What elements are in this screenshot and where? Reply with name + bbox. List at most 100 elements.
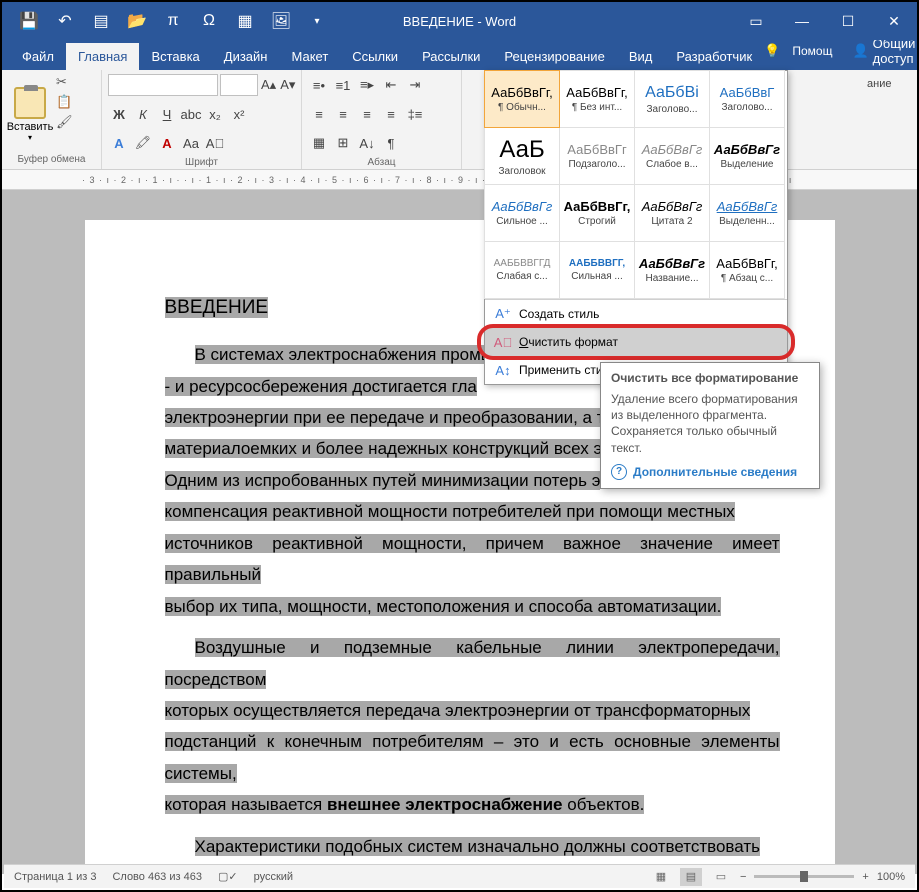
maximize-button[interactable]: ☐: [825, 2, 871, 40]
font-color-icon[interactable]: A: [156, 132, 178, 154]
style-item[interactable]: АаБбВвГгСлабое в...: [634, 127, 710, 185]
proofing-icon[interactable]: ▢✓: [218, 870, 238, 883]
style-name: Сильная ...: [562, 271, 632, 282]
paste-label: Вставить: [7, 121, 54, 133]
align-right-icon[interactable]: ≡: [356, 103, 378, 125]
group-font: A▴ A▾ Ж К Ч abc x₂ x² A 🖍 A Aa A⃠ Шрифт: [102, 70, 302, 169]
close-button[interactable]: ✕: [871, 2, 917, 40]
tooltip-link[interactable]: Дополнительные сведения: [611, 464, 809, 480]
tell-me-input[interactable]: Помощ: [786, 40, 838, 62]
align-center-icon[interactable]: ≡: [332, 103, 354, 125]
open-icon[interactable]: 📂: [128, 12, 146, 30]
style-item[interactable]: АаБбВвГг,¶ Абзац с...: [709, 241, 785, 299]
clear-format-icon[interactable]: A⃠: [204, 132, 226, 154]
style-item[interactable]: АаБбВвГг,¶ Обычн...: [484, 70, 560, 128]
copy-icon[interactable]: 📋: [56, 94, 73, 110]
table-icon[interactable]: ▦: [236, 12, 254, 30]
style-item[interactable]: АаБбВвГЗаголово...: [709, 70, 785, 128]
tab-mailings[interactable]: Рассылки: [410, 43, 492, 70]
style-item[interactable]: АаБбВвГгНазвание...: [634, 241, 710, 299]
borders-icon[interactable]: ⊞: [332, 132, 354, 154]
italic-button[interactable]: К: [132, 103, 154, 125]
tab-references[interactable]: Ссылки: [340, 43, 410, 70]
tab-developer[interactable]: Разработчик: [664, 43, 764, 70]
numbering-icon[interactable]: ≡1: [332, 74, 354, 96]
tooltip-title: Очистить все форматирование: [611, 371, 809, 385]
web-layout-icon[interactable]: ▭: [710, 868, 732, 886]
sort-icon[interactable]: A↓: [356, 132, 378, 154]
tab-file[interactable]: Файл: [10, 43, 66, 70]
doc-line: источников реактивной мощности, причем в…: [165, 534, 780, 584]
style-item[interactable]: АаБбВвГгЦитата 2: [634, 184, 710, 242]
qat-dropdown-icon[interactable]: ▾: [308, 12, 326, 30]
zoom-slider[interactable]: [754, 875, 854, 878]
subscript-button[interactable]: x₂: [204, 103, 226, 125]
bold-button[interactable]: Ж: [108, 103, 130, 125]
tab-insert[interactable]: Вставка: [139, 43, 211, 70]
style-item[interactable]: АаБбВіЗаголово...: [634, 70, 710, 128]
shading-icon[interactable]: ▦: [308, 132, 330, 154]
paste-button[interactable]: Вставить ▾: [8, 74, 52, 154]
indent-icon[interactable]: ⇥: [404, 74, 426, 96]
read-mode-icon[interactable]: ▦: [650, 868, 672, 886]
style-item[interactable]: АаБбВвГг,Строгий: [559, 184, 635, 242]
style-item[interactable]: АаБЗаголовок: [484, 127, 560, 185]
status-page[interactable]: Страница 1 из 3: [14, 871, 96, 883]
menu-create-style[interactable]: A⁺ Создать стиль: [485, 300, 787, 328]
tab-layout[interactable]: Макет: [279, 43, 340, 70]
style-sample: АаБбВвГг: [717, 199, 778, 214]
status-lang[interactable]: русский: [254, 871, 293, 883]
new-icon[interactable]: ▤: [92, 12, 110, 30]
group-editing: ание: [863, 74, 913, 94]
bullets-icon[interactable]: ≡•: [308, 74, 330, 96]
grow-font-icon[interactable]: A▴: [260, 74, 277, 96]
outdent-icon[interactable]: ⇤: [380, 74, 402, 96]
align-left-icon[interactable]: ≡: [308, 103, 330, 125]
tab-review[interactable]: Рецензирование: [492, 43, 616, 70]
show-marks-icon[interactable]: ¶: [380, 132, 402, 154]
save-icon[interactable]: 💾: [20, 12, 38, 30]
style-item[interactable]: АаБбВвГгСильное ...: [484, 184, 560, 242]
line-spacing-icon[interactable]: ‡≡: [404, 103, 426, 125]
zoom-level[interactable]: 100%: [877, 871, 905, 883]
status-words[interactable]: Слово 463 из 463: [112, 871, 202, 883]
minimize-button[interactable]: —: [779, 2, 825, 40]
style-sample: АаБбВвГг: [714, 142, 780, 157]
print-layout-icon[interactable]: ▤: [680, 868, 702, 886]
multilevel-icon[interactable]: ≡▸: [356, 74, 378, 96]
style-name: Цитата 2: [637, 216, 707, 227]
tab-design[interactable]: Дизайн: [212, 43, 280, 70]
cut-icon[interactable]: ✂: [56, 74, 73, 90]
style-item[interactable]: АаБбВвГгВыделенн...: [709, 184, 785, 242]
style-item[interactable]: ААББВВГГ,Сильная ...: [559, 241, 635, 299]
underline-button[interactable]: Ч: [156, 103, 178, 125]
style-name: Название...: [637, 273, 707, 284]
font-size-input[interactable]: [220, 74, 258, 96]
picture-icon[interactable]: 🖼: [272, 12, 290, 30]
tab-home[interactable]: Главная: [66, 43, 139, 70]
text-effects-icon[interactable]: A: [108, 132, 130, 154]
change-case-icon[interactable]: Aa: [180, 132, 202, 154]
menu-clear-label: Очистить формат: [519, 335, 618, 349]
equation-icon[interactable]: π: [164, 12, 182, 30]
style-item[interactable]: АаБбВвГгПодзаголо...: [559, 127, 635, 185]
format-painter-icon[interactable]: 🖌: [56, 114, 73, 130]
style-item[interactable]: АаБбВвГгВыделение: [709, 127, 785, 185]
tooltip: Очистить все форматирование Удаление все…: [600, 362, 820, 489]
zoom-out-icon[interactable]: −: [740, 871, 746, 883]
zoom-in-icon[interactable]: +: [862, 871, 868, 883]
justify-icon[interactable]: ≡: [380, 103, 402, 125]
menu-clear-format[interactable]: A⃠ Очистить формат: [485, 328, 787, 356]
strike-button[interactable]: abc: [180, 103, 202, 125]
shrink-font-icon[interactable]: A▾: [279, 74, 296, 96]
font-name-input[interactable]: [108, 74, 218, 96]
symbol-icon[interactable]: Ω: [200, 12, 218, 30]
undo-icon[interactable]: ↶: [56, 12, 74, 30]
highlight-icon[interactable]: 🖍: [132, 132, 154, 154]
style-item[interactable]: АаБбВвГг,¶ Без инт...: [559, 70, 635, 128]
editing-label: ание: [867, 78, 891, 90]
style-item[interactable]: ААББВВГГДСлабая с...: [484, 241, 560, 299]
superscript-button[interactable]: x²: [228, 103, 250, 125]
tab-view[interactable]: Вид: [617, 43, 665, 70]
ribbon-options-icon[interactable]: ▭: [733, 2, 779, 40]
